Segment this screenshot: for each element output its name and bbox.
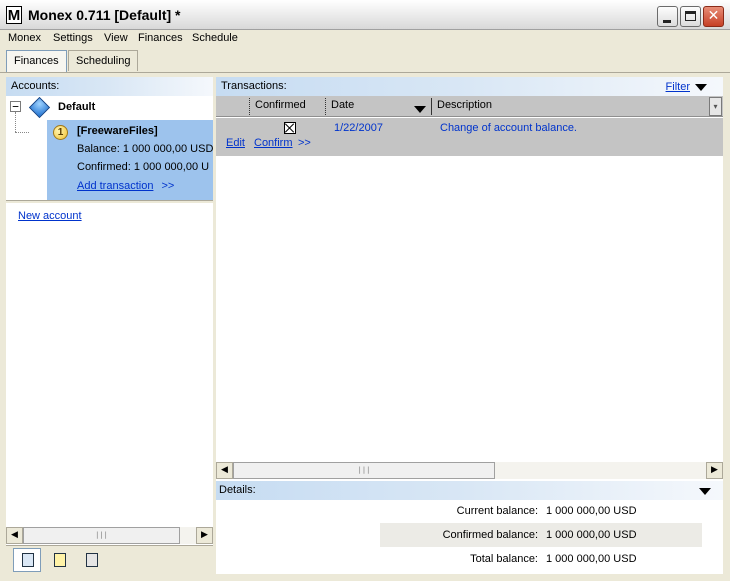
- balance-label: Balance:: [77, 143, 120, 155]
- current-balance-value: 1 000 000,00 USD: [546, 505, 637, 517]
- sort-descending-icon: [414, 106, 426, 113]
- confirm-link[interactable]: Confirm: [254, 137, 293, 149]
- close-button[interactable]: ✕: [703, 6, 724, 27]
- total-balance-value: 1 000 000,00 USD: [546, 553, 637, 565]
- note-icon: [86, 553, 98, 567]
- confirmed-balance-row: Confirmed balance: 1 000 000,00 USD: [380, 523, 702, 547]
- column-confirmed[interactable]: Confirmed: [255, 99, 306, 111]
- menu-settings[interactable]: Settings: [53, 32, 93, 44]
- column-chooser-button[interactable]: ▾: [709, 97, 722, 116]
- confirmed-label: Confirmed:: [77, 161, 131, 173]
- confirmed-checkbox[interactable]: [284, 122, 296, 134]
- current-balance-row: Current balance: 1 000 000,00 USD: [380, 499, 702, 523]
- accounts-tree: − Default 1 [FreewareFiles] Balance: 1 0…: [6, 96, 213, 200]
- minimize-button[interactable]: [657, 6, 678, 27]
- transaction-description[interactable]: Change of account balance.: [440, 122, 577, 134]
- menu-bar: Monex Settings View Finances Schedule: [0, 30, 730, 48]
- accounts-book-icon: [22, 553, 34, 567]
- edit-link[interactable]: Edit: [226, 137, 245, 149]
- column-separator[interactable]: [431, 98, 432, 115]
- menu-finances[interactable]: Finances: [138, 32, 183, 44]
- total-balance-row: Total balance: 1 000 000,00 USD: [380, 547, 702, 571]
- maximize-button[interactable]: [680, 6, 701, 27]
- tree-root-default[interactable]: Default: [58, 101, 95, 113]
- details-dropdown-icon[interactable]: [699, 488, 711, 495]
- minimize-icon: [663, 20, 671, 23]
- total-balance-label: Total balance:: [470, 553, 538, 565]
- tab-bar: Finances Scheduling: [0, 49, 730, 72]
- filter-link[interactable]: Filter: [666, 81, 690, 93]
- accounts-view-toolbar: [6, 545, 213, 574]
- tab-divider: [0, 72, 730, 73]
- column-date[interactable]: Date: [331, 99, 354, 111]
- notes-view-button[interactable]: [77, 548, 105, 572]
- column-description[interactable]: Description: [437, 99, 492, 111]
- list-view-button[interactable]: [45, 548, 73, 572]
- account-confirmed-line: Confirmed: 1 000 000,00 U: [77, 161, 209, 173]
- app-window: M Monex 0.711 [Default] * ✕ Monex Settin…: [0, 0, 730, 581]
- scroll-right-button[interactable]: ▶: [196, 527, 213, 544]
- transactions-column-header: Confirmed Date Description ▾: [216, 96, 723, 117]
- menu-monex[interactable]: Monex: [8, 32, 41, 44]
- confirmed-value: 1 000 000,00 U: [133, 161, 210, 173]
- tab-finances[interactable]: Finances: [6, 50, 67, 72]
- balance-value: 1 000 000,00 USD: [122, 143, 213, 155]
- current-balance-label: Current balance:: [456, 505, 538, 517]
- group-globe-icon: [28, 96, 51, 119]
- account-item-freewarefiles[interactable]: 1 [FreewareFiles] Balance: 1 000 000,00 …: [47, 120, 213, 200]
- transactions-pane: Transactions: Filter Confirmed Date Desc…: [216, 77, 723, 574]
- column-separator[interactable]: [249, 98, 250, 115]
- scroll-left-button[interactable]: ◀: [216, 462, 233, 479]
- more-link[interactable]: >>: [298, 137, 311, 149]
- scroll-right-button[interactable]: ▶: [706, 462, 723, 479]
- pane-splitter[interactable]: [6, 200, 213, 204]
- confirmed-balance-value: 1 000 000,00 USD: [546, 529, 637, 541]
- transactions-header: Transactions:: [216, 77, 723, 96]
- pending-badge-icon: 1: [53, 125, 68, 140]
- menu-view[interactable]: View: [104, 32, 128, 44]
- scroll-left-button[interactable]: ◀: [6, 527, 23, 544]
- list-icon: [54, 553, 66, 567]
- account-balance-line: Balance: 1 000 000,00 USD: [77, 143, 213, 155]
- add-transaction-link[interactable]: Add transaction >>: [77, 180, 174, 192]
- accounts-pane: Accounts: − Default 1 [FreewareFiles] Ba…: [6, 77, 213, 574]
- accounts-hscrollbar[interactable]: ◀ ||| ▶: [6, 527, 213, 544]
- details-header: Details:: [216, 481, 723, 500]
- account-name: [FreewareFiles]: [77, 125, 158, 137]
- tab-scheduling[interactable]: Scheduling: [68, 50, 139, 71]
- column-separator[interactable]: [325, 98, 326, 115]
- transaction-row[interactable]: 1/22/2007 Change of account balance. Edi…: [216, 118, 723, 156]
- app-icon: M: [6, 6, 22, 24]
- tree-line: [15, 132, 29, 133]
- transactions-hscrollbar[interactable]: ◀ ||| ▶: [216, 462, 723, 479]
- new-account-link[interactable]: New account: [18, 210, 82, 222]
- title-bar[interactable]: M Monex 0.711 [Default] * ✕: [0, 0, 730, 30]
- confirmed-balance-label: Confirmed balance:: [442, 529, 538, 541]
- filter-dropdown-icon[interactable]: [695, 84, 707, 91]
- add-transaction-arrows[interactable]: >>: [161, 180, 174, 192]
- accounts-view-button[interactable]: [13, 548, 41, 572]
- menu-schedule[interactable]: Schedule: [192, 32, 238, 44]
- add-transaction-label[interactable]: Add transaction: [77, 180, 153, 192]
- accounts-header: Accounts:: [6, 77, 213, 96]
- collapse-icon[interactable]: −: [10, 101, 21, 112]
- transaction-date[interactable]: 1/22/2007: [334, 122, 383, 134]
- window-title: Monex 0.711 [Default] *: [28, 7, 181, 23]
- close-icon: ✕: [707, 8, 720, 24]
- tree-line: [15, 112, 16, 132]
- scroll-thumb[interactable]: |||: [23, 527, 180, 544]
- details-title: Details:: [219, 484, 256, 496]
- scroll-thumb[interactable]: |||: [233, 462, 495, 479]
- maximize-icon: [685, 11, 696, 21]
